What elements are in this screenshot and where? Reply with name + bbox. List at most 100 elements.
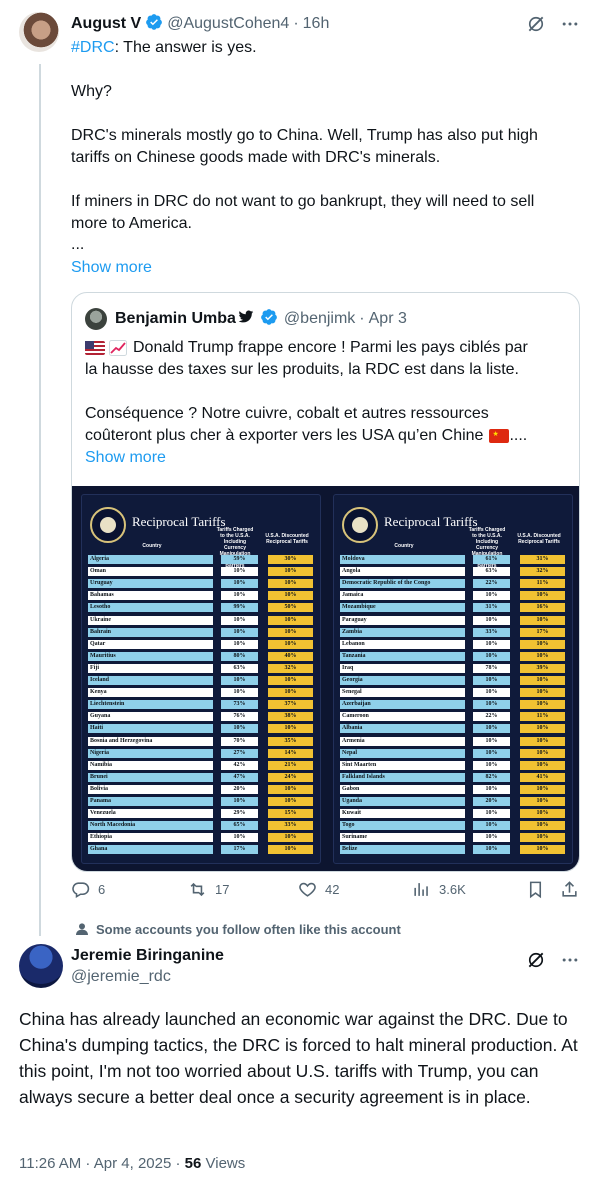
tariff-charged: 10% bbox=[221, 676, 258, 685]
tariff-discounted: 10% bbox=[268, 845, 313, 855]
tweet-paragraph-2-line-1: DRC's minerals mostly go to China. Well,… bbox=[71, 127, 538, 144]
tariff-charged: 10% bbox=[473, 748, 510, 758]
tariff-charged: 10% bbox=[221, 833, 258, 843]
tariff-col-country: Country bbox=[142, 543, 162, 549]
quoted-tweet-card[interactable]: Benjamin Umba @benjimk · Apr 3 Donald Tr… bbox=[71, 292, 580, 872]
share-button[interactable] bbox=[560, 880, 579, 899]
tariff-charged: 10% bbox=[473, 736, 510, 746]
tariff-country: Namibia bbox=[88, 760, 213, 770]
tariff-row: Senegal 10% 10% bbox=[340, 688, 568, 698]
tariff-row: Qatar 10% 10% bbox=[88, 639, 316, 649]
social-context-row: Some accounts you follow often like this… bbox=[74, 921, 401, 937]
quoted-verified-badge-icon bbox=[260, 308, 278, 331]
tariff-row: Bahamas 10% 10% bbox=[88, 591, 316, 601]
tariff-col-discounted: U.S.A. Discounted Reciprocal Tariffs bbox=[517, 533, 561, 545]
tweet-paragraph-3: If miners in DRC do not want to go bankr… bbox=[71, 191, 586, 235]
tariff-table-image[interactable]: Reciprocal Tariffs Country Tariffs Charg… bbox=[72, 486, 579, 871]
views-button[interactable]: 3.6K bbox=[412, 880, 466, 899]
tariff-charged: 10% bbox=[473, 700, 510, 710]
tariff-country: Tanzania bbox=[340, 651, 465, 661]
tariff-country: Paraguay bbox=[340, 615, 465, 625]
tariff-charged: 10% bbox=[221, 627, 258, 637]
tariff-charged: 78% bbox=[473, 663, 510, 673]
tariff-row: Mauritius 80% 40% bbox=[88, 651, 316, 661]
tariff-discounted: 10% bbox=[268, 724, 313, 734]
tariff-charged: 63% bbox=[473, 567, 510, 577]
show-more-link[interactable]: Show more bbox=[71, 257, 152, 279]
tariff-charged: 22% bbox=[473, 712, 510, 722]
tariff-country: Panama bbox=[88, 797, 213, 806]
tweet-time[interactable]: 16h bbox=[303, 15, 330, 33]
repost-button[interactable]: 17 bbox=[188, 880, 229, 899]
quoted-author-handle: @benjimk bbox=[283, 310, 356, 327]
bookmark-button[interactable] bbox=[526, 880, 545, 899]
grok-icon[interactable] bbox=[526, 14, 546, 34]
reply-button[interactable]: 6 bbox=[71, 880, 105, 899]
tariff-row: Moldova 61% 31% bbox=[340, 555, 568, 564]
reply-timestamp[interactable]: 11:26 AM · Apr 4, 2025 · bbox=[19, 1155, 185, 1172]
tariff-discounted: 32% bbox=[268, 663, 313, 673]
reply-text: China has already launched an economic w… bbox=[19, 1009, 578, 1107]
tariff-charged: 47% bbox=[221, 772, 258, 782]
tariff-discounted: 11% bbox=[520, 712, 565, 722]
hashtag-link[interactable]: #DRC bbox=[71, 39, 115, 56]
tariff-discounted: 10% bbox=[520, 639, 565, 649]
tariff-charged: 29% bbox=[221, 809, 258, 819]
presidential-seal-icon bbox=[342, 507, 378, 543]
tariff-row: Ethiopia 10% 10% bbox=[88, 833, 316, 843]
tariff-charged: 20% bbox=[473, 797, 510, 806]
tariff-row: Brunei 47% 24% bbox=[88, 772, 316, 782]
tweet-actions-bar: 6 17 42 3.6K bbox=[71, 876, 581, 904]
tariff-panel-left-title: Reciprocal Tariffs bbox=[132, 514, 226, 529]
tariff-charged: 10% bbox=[221, 688, 258, 698]
more-options-icon[interactable] bbox=[560, 14, 580, 34]
tariff-charged: 10% bbox=[221, 797, 258, 806]
tariff-row: Panama 10% 10% bbox=[88, 797, 316, 806]
tariff-country: Zambia bbox=[340, 627, 465, 637]
like-button[interactable]: 42 bbox=[298, 880, 339, 899]
tariff-charged: 10% bbox=[473, 651, 510, 661]
reply-icon bbox=[72, 882, 90, 899]
author-avatar[interactable] bbox=[19, 12, 59, 52]
tariff-charged: 27% bbox=[221, 748, 258, 758]
tariff-discounted: 10% bbox=[268, 784, 313, 794]
tariff-discounted: 11% bbox=[520, 579, 565, 589]
china-flag-icon: ★ bbox=[489, 429, 510, 443]
tariff-discounted: 10% bbox=[520, 651, 565, 661]
tariff-row: Venezuela 29% 15% bbox=[88, 809, 316, 819]
tariff-row: Georgia 10% 10% bbox=[340, 676, 568, 685]
reply-author-handle[interactable]: @jeremie_rdc bbox=[71, 968, 171, 986]
tariff-row: Gabon 10% 10% bbox=[340, 784, 568, 794]
tariff-discounted: 10% bbox=[520, 615, 565, 625]
tariff-discounted: 10% bbox=[268, 688, 313, 698]
tariff-country: Bolivia bbox=[88, 784, 213, 794]
tariff-discounted: 14% bbox=[268, 748, 313, 758]
tariff-charged: 73% bbox=[221, 700, 258, 710]
tariff-charged: 82% bbox=[473, 772, 510, 782]
author-handle[interactable]: @AugustCohen4 bbox=[167, 15, 289, 33]
tariff-country: Kenya bbox=[88, 688, 213, 698]
tariff-panel-left: Reciprocal Tariffs Country Tariffs Charg… bbox=[81, 494, 321, 864]
tariff-country: Venezuela bbox=[88, 809, 213, 819]
reply-more-options-icon[interactable] bbox=[560, 950, 580, 970]
tariff-country: Haiti bbox=[88, 724, 213, 734]
views-icon bbox=[414, 883, 428, 896]
tariff-discounted: 31% bbox=[520, 555, 565, 564]
author-name[interactable]: August V bbox=[71, 15, 141, 33]
tariff-country: Uruguay bbox=[88, 579, 213, 589]
tweet-paragraph-3-line-1: If miners in DRC do not want to go bankr… bbox=[71, 193, 535, 210]
tariff-col-discounted: U.S.A. Discounted Reciprocal Tariffs bbox=[265, 533, 309, 545]
tariff-country: Senegal bbox=[340, 688, 465, 698]
tariff-charged: 10% bbox=[221, 579, 258, 589]
tariff-discounted: 10% bbox=[520, 748, 565, 758]
quoted-line-3: Conséquence ? Notre cuivre, cobalt et au… bbox=[85, 405, 489, 422]
quoted-show-more-link[interactable]: Show more bbox=[85, 447, 575, 469]
tariff-row: Liechtenstein 73% 37% bbox=[88, 700, 316, 710]
tariff-row: Uruguay 10% 10% bbox=[88, 579, 316, 589]
reply-grok-icon[interactable] bbox=[526, 950, 546, 970]
reply-views-count: 56 bbox=[184, 1155, 202, 1172]
reply-author-avatar[interactable] bbox=[19, 944, 63, 988]
person-icon bbox=[76, 923, 88, 935]
tariff-discounted: 15% bbox=[268, 809, 313, 819]
reply-author-name[interactable]: Jeremie Biringanine bbox=[71, 947, 224, 965]
